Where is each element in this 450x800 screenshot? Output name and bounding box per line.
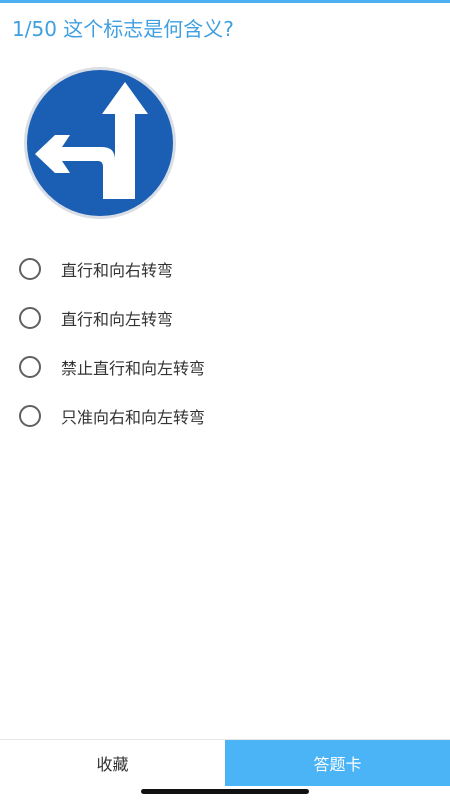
top-accent-bar [0,0,450,3]
radio-button-d[interactable] [19,404,41,427]
radio-button-c[interactable] [19,355,41,378]
radio-button-b[interactable] [19,306,41,329]
radio-button-a[interactable] [19,257,41,280]
option-b[interactable]: 直行和向左转弯 [0,293,450,342]
traffic-sign-image [12,64,192,224]
question-text: 这个标志是何含义? [63,17,234,41]
bottom-action-bar: 收藏 答题卡 [0,739,450,786]
home-indicator[interactable] [141,789,309,794]
option-a[interactable]: 直行和向右转弯 [0,244,450,293]
question-progress: 1/50 [12,17,57,41]
traffic-sign-straight-or-left-turn-icon [24,67,176,219]
option-d-label: 只准向右和向左转弯 [61,407,206,427]
favorite-button[interactable]: 收藏 [0,740,225,786]
screen: 1/50 这个标志是何含义? 直行和向右转弯 直行和向左转弯 禁止直行和向左转弯… [0,0,450,800]
answer-options: 直行和向右转弯 直行和向左转弯 禁止直行和向左转弯 只准向右和向左转弯 [0,244,450,440]
answer-card-button[interactable]: 答题卡 [225,740,450,786]
question-title: 1/50 这个标志是何含义? [12,15,234,43]
option-c[interactable]: 禁止直行和向左转弯 [0,342,450,391]
option-b-label: 直行和向左转弯 [61,309,174,329]
option-c-label: 禁止直行和向左转弯 [61,358,206,378]
option-a-label: 直行和向右转弯 [61,260,174,280]
option-d[interactable]: 只准向右和向左转弯 [0,391,450,440]
